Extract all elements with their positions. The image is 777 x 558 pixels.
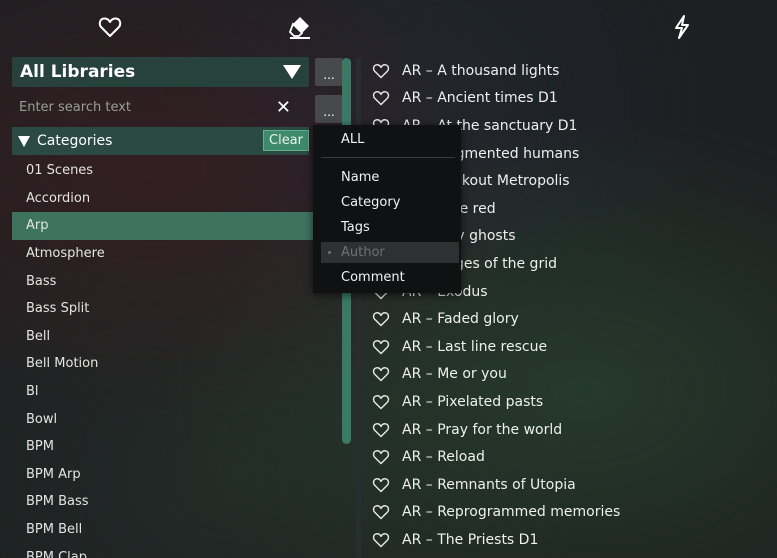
category-item[interactable]: BPM Bell <box>12 516 340 544</box>
preset-row[interactable]: AR – Me or you <box>372 361 772 389</box>
category-item[interactable]: BPM Arp <box>12 461 340 489</box>
preset-name: AR – Faded glory <box>402 311 519 328</box>
heart-icon[interactable] <box>97 14 123 40</box>
category-list: 01 Scenes Accordion Arp Atmosphere Bass Bass … <box>12 157 340 558</box>
category-item[interactable]: Bell <box>12 323 340 351</box>
category-item[interactable]: Bass Split <box>12 295 340 323</box>
collapse-triangle-icon <box>18 135 30 147</box>
menu-item-name[interactable]: Name <box>341 170 379 185</box>
dropdown-arrow-icon <box>283 65 301 79</box>
preset-row[interactable]: AR – Pixelated pasts <box>372 388 772 416</box>
favorite-heart-icon[interactable] <box>372 339 390 355</box>
preset-row[interactable]: AR – Last line rescue <box>372 333 772 361</box>
categories-title: Categories <box>37 133 113 149</box>
favorite-heart-icon[interactable] <box>372 422 390 438</box>
preset-name: AR – Reprogrammed memories <box>402 504 621 521</box>
search-clear-icon[interactable]: ✕ <box>276 97 291 118</box>
preset-name: AR – A thousand lights <box>402 62 560 79</box>
favorite-heart-icon[interactable] <box>372 311 390 327</box>
preset-row[interactable]: AR – The Priests D1 <box>372 526 772 554</box>
preset-row[interactable]: AR – Reload <box>372 443 772 471</box>
preset-name: AR – Reload <box>402 449 485 466</box>
top-toolbar <box>0 0 777 56</box>
menu-item-all[interactable]: ALL <box>341 132 364 147</box>
favorite-heart-icon[interactable] <box>372 394 390 410</box>
favorite-heart-icon[interactable] <box>372 366 390 382</box>
search-input[interactable]: Enter search text ✕ <box>12 93 309 121</box>
search-field-menu: ALL Name Category Tags Author Comment <box>313 125 461 293</box>
lightning-icon[interactable] <box>669 14 695 40</box>
category-item[interactable]: BPM Bass <box>12 488 340 516</box>
eraser-icon[interactable] <box>287 14 313 40</box>
preset-name: AR – Last line rescue <box>402 338 548 355</box>
preset-row[interactable]: AR – Ancient times D1 <box>372 85 772 113</box>
library-more-button[interactable]: ... <box>315 58 343 86</box>
preset-name: AR – The Priests D1 <box>402 531 539 548</box>
category-item[interactable]: Bass <box>12 267 340 295</box>
clear-categories-button[interactable]: Clear <box>263 130 309 151</box>
favorite-heart-icon[interactable] <box>372 532 390 548</box>
menu-item-comment[interactable]: Comment <box>341 270 405 285</box>
menu-item-author[interactable]: Author <box>321 242 459 263</box>
favorite-heart-icon[interactable] <box>372 449 390 465</box>
library-select[interactable]: All Libraries <box>12 57 309 87</box>
category-item[interactable]: Bl <box>12 378 340 406</box>
category-item[interactable]: Bell Motion <box>12 350 340 378</box>
favorite-heart-icon[interactable] <box>372 90 390 106</box>
preset-row[interactable]: AR – Faded glory <box>372 305 772 333</box>
library-select-label: All Libraries <box>20 62 136 82</box>
category-item[interactable]: BPM Clap <box>12 543 340 558</box>
category-item[interactable]: BPM <box>12 433 340 461</box>
favorite-heart-icon[interactable] <box>372 504 390 520</box>
preset-name: AR – Pixelated pasts <box>402 393 544 410</box>
preset-name: AR – Ancient times D1 <box>402 90 558 107</box>
preset-name: AR – Me or you <box>402 366 507 383</box>
preset-row[interactable]: AR – Reprogrammed memories <box>372 499 772 527</box>
preset-row[interactable]: AR – A thousand lights <box>372 57 772 85</box>
preset-row[interactable]: AR – Pray for the world <box>372 416 772 444</box>
category-item[interactable]: Accordion <box>12 185 340 213</box>
category-item[interactable]: 01 Scenes <box>12 157 340 185</box>
menu-item-author-label: Author <box>341 245 385 260</box>
bullet-icon <box>328 251 331 254</box>
category-item[interactable]: Bowl <box>12 405 340 433</box>
search-more-button[interactable]: ... <box>315 95 343 123</box>
favorite-heart-icon[interactable] <box>372 477 390 493</box>
menu-separator <box>321 157 455 158</box>
categories-header[interactable]: Categories Clear <box>12 127 309 155</box>
preset-row[interactable]: AR – Remnants of Utopia <box>372 471 772 499</box>
category-item[interactable]: Atmosphere <box>12 240 340 268</box>
menu-item-category[interactable]: Category <box>341 195 400 210</box>
search-placeholder: Enter search text <box>19 99 131 115</box>
preset-name: AR – Remnants of Utopia <box>402 476 576 493</box>
favorite-heart-icon[interactable] <box>372 63 390 79</box>
menu-item-tags[interactable]: Tags <box>341 220 370 235</box>
category-item[interactable]: Arp <box>12 212 340 240</box>
preset-name: AR – Pray for the world <box>402 421 563 438</box>
